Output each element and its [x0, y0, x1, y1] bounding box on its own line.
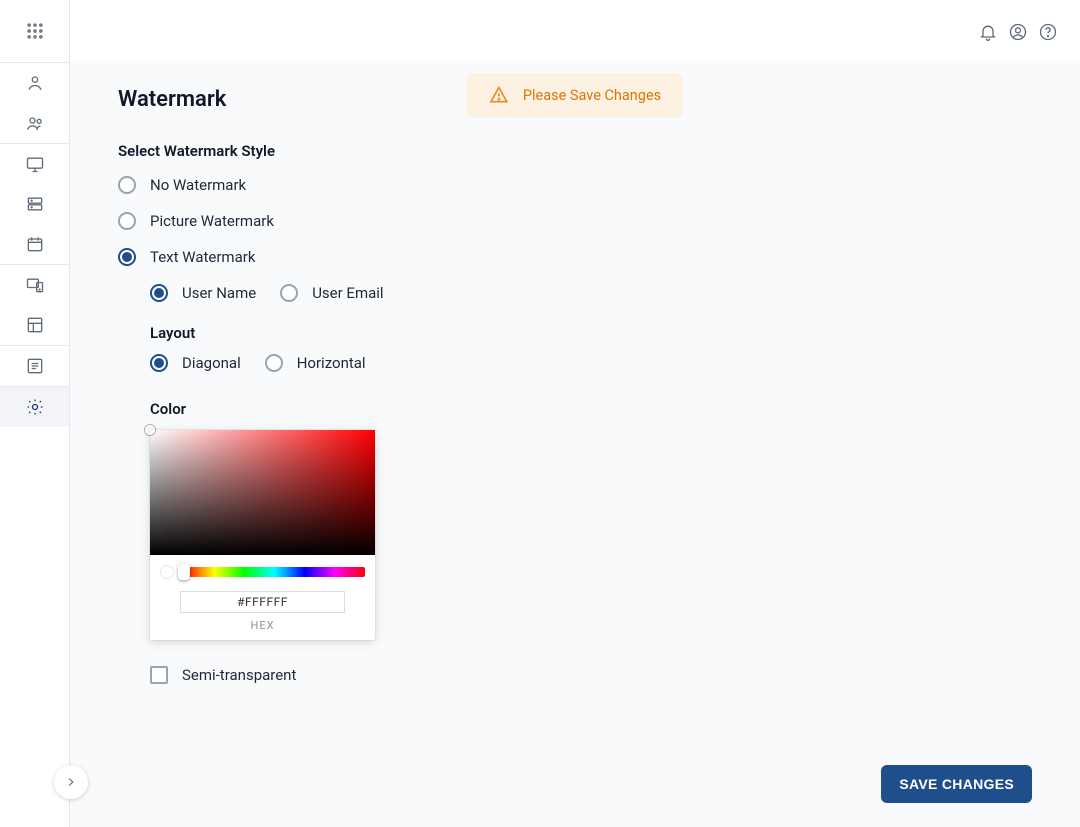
hue-thumb[interactable]	[178, 564, 190, 580]
grid-icon	[25, 21, 45, 41]
radio-user-name[interactable]: User Name	[150, 284, 256, 302]
notifications-button[interactable]	[976, 20, 1000, 44]
radio-label: User Name	[182, 284, 256, 302]
hex-input[interactable]	[180, 591, 345, 613]
layout-icon	[25, 315, 45, 335]
radio-label: Diagonal	[182, 354, 241, 372]
radio-indicator	[265, 354, 283, 372]
radio-user-email[interactable]: User Email	[280, 284, 383, 302]
radio-label: No Watermark	[150, 176, 246, 194]
color-picker: HEX	[150, 430, 375, 640]
save-changes-banner: Please Save Changes	[467, 73, 683, 117]
radio-indicator	[150, 284, 168, 302]
radio-label: Horizontal	[297, 354, 366, 372]
radio-horizontal[interactable]: Horizontal	[265, 354, 366, 372]
section-watermark-style-label: Select Watermark Style	[118, 142, 1032, 160]
hue-slider[interactable]	[184, 567, 365, 577]
bell-icon	[978, 22, 998, 42]
radio-indicator	[280, 284, 298, 302]
sidebar-item-layout[interactable]	[0, 305, 69, 345]
help-circle-icon	[1038, 22, 1058, 42]
topbar	[70, 0, 1080, 63]
main: Please Save Changes Watermark Select Wat…	[70, 0, 1080, 827]
checkbox-label: Semi-transparent	[182, 666, 296, 684]
sidebar-item-server[interactable]	[0, 184, 69, 224]
devices-icon	[25, 275, 45, 295]
calendar-icon	[25, 234, 45, 254]
sidebar-item-user[interactable]	[0, 63, 69, 103]
hex-label: HEX	[160, 619, 365, 632]
section-color-label: Color	[150, 400, 1032, 418]
text-watermark-options: User Name User Email Layout Diagonal	[150, 284, 1032, 684]
account-button[interactable]	[1006, 20, 1030, 44]
gear-icon	[25, 397, 45, 417]
sidebar-item-users[interactable]	[0, 103, 69, 143]
list-icon	[25, 356, 45, 376]
sidebar-item-apps[interactable]	[0, 0, 69, 63]
banner-text: Please Save Changes	[523, 87, 661, 104]
sidebar-item-devices[interactable]	[0, 265, 69, 305]
user-icon	[25, 73, 45, 93]
radio-label: Picture Watermark	[150, 212, 274, 230]
radio-indicator	[118, 248, 136, 266]
save-changes-button[interactable]: SAVE CHANGES	[881, 765, 1032, 803]
radio-picture-watermark[interactable]: Picture Watermark	[118, 212, 1032, 230]
sidebar-item-monitor[interactable]	[0, 144, 69, 184]
sidebar	[0, 0, 70, 827]
checkbox-indicator	[150, 666, 168, 684]
footer: SAVE CHANGES	[70, 753, 1080, 827]
radio-no-watermark[interactable]: No Watermark	[118, 176, 1032, 194]
radio-indicator	[150, 354, 168, 372]
monitor-icon	[25, 154, 45, 174]
radio-label: Text Watermark	[150, 248, 255, 266]
users-icon	[25, 113, 45, 133]
app-root: Please Save Changes Watermark Select Wat…	[0, 0, 1080, 827]
color-saturation-area[interactable]	[150, 430, 375, 555]
chevron-right-icon	[64, 775, 78, 789]
server-icon	[25, 194, 45, 214]
user-circle-icon	[1008, 22, 1028, 42]
saturation-cursor[interactable]	[145, 425, 155, 435]
radio-label: User Email	[312, 284, 383, 302]
checkbox-semi-transparent[interactable]: Semi-transparent	[150, 666, 1032, 684]
radio-diagonal[interactable]: Diagonal	[150, 354, 241, 372]
sidebar-item-calendar[interactable]	[0, 224, 69, 264]
section-layout-label: Layout	[150, 324, 1032, 342]
warning-icon	[489, 85, 509, 105]
radio-indicator	[118, 176, 136, 194]
radio-indicator	[118, 212, 136, 230]
color-swatch	[160, 565, 174, 579]
content: Please Save Changes Watermark Select Wat…	[70, 63, 1080, 753]
radio-text-watermark[interactable]: Text Watermark	[118, 248, 1032, 266]
help-button[interactable]	[1036, 20, 1060, 44]
sidebar-item-settings[interactable]	[0, 387, 69, 427]
sidebar-item-list[interactable]	[0, 346, 69, 386]
sidebar-expand-button[interactable]	[54, 765, 88, 799]
